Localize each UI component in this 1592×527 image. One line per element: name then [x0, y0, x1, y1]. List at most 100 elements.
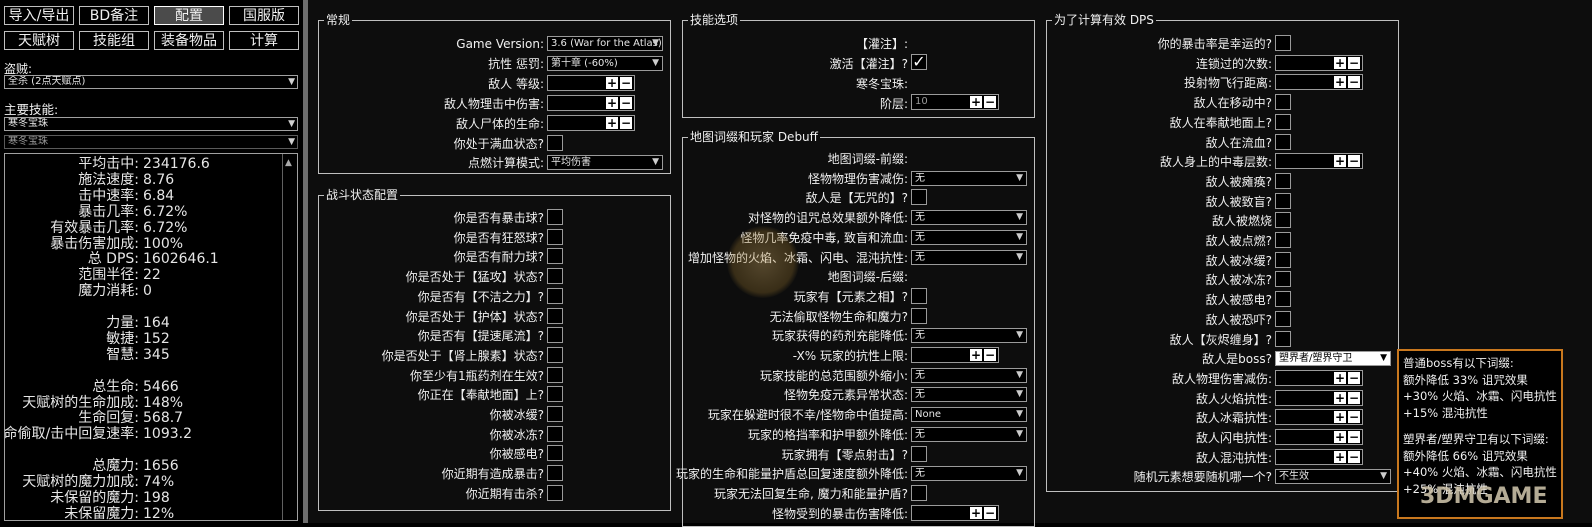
- option-checkbox[interactable]: [1275, 35, 1291, 51]
- enemy-level-input[interactable]: + −: [547, 75, 635, 91]
- minus-icon[interactable]: −: [1348, 450, 1360, 463]
- tab-bd-notes[interactable]: BD备注: [79, 6, 149, 25]
- option-select[interactable]: 无 ▼: [911, 229, 1027, 245]
- minus-icon[interactable]: −: [984, 96, 996, 108]
- option-checkbox[interactable]: [1275, 113, 1291, 130]
- plus-icon[interactable]: +: [970, 349, 982, 361]
- ignite-mode-select[interactable]: 平均伤害 ▼: [547, 155, 663, 170]
- plus-icon[interactable]: +: [606, 97, 618, 109]
- tab-import-export[interactable]: 导入/导出: [4, 6, 74, 25]
- tab-skills[interactable]: 技能组: [79, 31, 149, 50]
- option-select[interactable]: 塑界者/塑界守卫 ▼: [1275, 351, 1391, 367]
- option-checkbox[interactable]: [1275, 232, 1291, 248]
- minus-icon[interactable]: −: [1348, 155, 1360, 168]
- option-checkbox[interactable]: [1275, 133, 1291, 150]
- option-checkbox[interactable]: [547, 268, 563, 285]
- full-life-checkbox[interactable]: [547, 135, 563, 151]
- game-version-select[interactable]: 3.6 (War for the Atlas) ▼: [547, 36, 663, 51]
- plus-icon[interactable]: +: [1334, 431, 1346, 443]
- option-checkbox[interactable]: [547, 425, 563, 442]
- option-select[interactable]: 无 ▼: [911, 210, 1027, 226]
- minus-icon[interactable]: −: [1348, 411, 1360, 424]
- minus-icon[interactable]: −: [1348, 371, 1360, 384]
- tab-config[interactable]: 配置: [154, 6, 224, 25]
- minus-icon[interactable]: −: [984, 506, 996, 519]
- sub-skill-select[interactable]: 寒冬宝珠 ▼: [4, 135, 298, 149]
- option-select[interactable]: 无 ▼: [911, 466, 1027, 482]
- minus-icon[interactable]: −: [620, 117, 632, 129]
- option-number-input[interactable]: + −: [1275, 369, 1363, 386]
- enemy-phys-input[interactable]: + −: [547, 95, 635, 111]
- minus-icon[interactable]: −: [984, 349, 996, 361]
- option-checkbox[interactable]: [1275, 94, 1291, 111]
- tab-passive-tree[interactable]: 天赋树: [4, 31, 74, 50]
- plus-icon[interactable]: +: [1334, 76, 1346, 89]
- stage-input[interactable]: 10 + −: [911, 94, 999, 110]
- option-checkbox[interactable]: [911, 287, 927, 304]
- option-checkbox[interactable]: [547, 346, 563, 363]
- option-select[interactable]: None ▼: [911, 407, 1027, 423]
- option-checkbox[interactable]: [1275, 172, 1291, 189]
- main-skill-select[interactable]: 寒冬宝珠 ▼: [4, 117, 298, 131]
- option-checkbox[interactable]: [1275, 291, 1291, 308]
- bandit-select[interactable]: 全杀 (2点天赋点) ▼: [4, 75, 298, 89]
- option-checkbox[interactable]: [547, 248, 563, 265]
- option-select[interactable]: 无 ▼: [911, 367, 1027, 383]
- plus-icon[interactable]: +: [1334, 371, 1346, 384]
- option-checkbox[interactable]: [547, 366, 563, 383]
- option-select[interactable]: 无 ▼: [911, 170, 1027, 186]
- plus-icon[interactable]: +: [970, 96, 982, 108]
- option-checkbox[interactable]: [1275, 251, 1291, 268]
- option-checkbox[interactable]: [911, 445, 927, 462]
- tab-calcs[interactable]: 计算: [229, 31, 299, 50]
- option-checkbox[interactable]: [547, 406, 563, 422]
- plus-icon[interactable]: +: [606, 117, 618, 129]
- minus-icon[interactable]: −: [1348, 56, 1360, 69]
- option-checkbox[interactable]: [911, 189, 927, 206]
- option-checkbox[interactable]: [1275, 192, 1291, 209]
- option-checkbox[interactable]: [547, 465, 563, 482]
- option-checkbox[interactable]: [547, 307, 563, 324]
- option-select[interactable]: 不生效 ▼: [1275, 469, 1391, 485]
- option-checkbox[interactable]: [911, 307, 927, 324]
- option-checkbox[interactable]: [911, 484, 927, 501]
- option-select[interactable]: 无 ▼: [911, 426, 1027, 442]
- option-checkbox[interactable]: [547, 228, 563, 245]
- option-number-input[interactable]: + −: [1275, 409, 1363, 426]
- tab-items[interactable]: 装备物品: [154, 31, 224, 50]
- option-number-input[interactable]: + −: [1275, 448, 1363, 465]
- stats-scrollbar[interactable]: ▲: [282, 154, 297, 520]
- option-select[interactable]: 无 ▼: [911, 387, 1027, 403]
- minus-icon[interactable]: −: [1348, 391, 1360, 404]
- option-select[interactable]: 无 ▼: [911, 328, 1027, 344]
- option-number-input[interactable]: + −: [1275, 389, 1363, 406]
- plus-icon[interactable]: +: [1334, 56, 1346, 69]
- option-number-input[interactable]: + −: [1275, 74, 1363, 91]
- plus-icon[interactable]: +: [1334, 450, 1346, 463]
- plus-icon[interactable]: +: [1334, 155, 1346, 168]
- tab-cn-version[interactable]: 国服版: [229, 6, 299, 25]
- plus-icon[interactable]: +: [606, 77, 618, 89]
- option-number-input[interactable]: + −: [911, 347, 999, 363]
- option-checkbox[interactable]: [1275, 310, 1291, 327]
- option-checkbox[interactable]: [547, 209, 563, 225]
- plus-icon[interactable]: +: [1334, 411, 1346, 424]
- minus-icon[interactable]: −: [620, 97, 632, 109]
- minus-icon[interactable]: −: [1348, 76, 1360, 89]
- option-number-input[interactable]: + −: [1275, 429, 1363, 445]
- option-checkbox[interactable]: [547, 445, 563, 462]
- option-checkbox[interactable]: [1275, 330, 1291, 347]
- option-checkbox[interactable]: [547, 386, 563, 403]
- minus-icon[interactable]: −: [620, 77, 632, 89]
- option-number-input[interactable]: + −: [1275, 54, 1363, 71]
- minus-icon[interactable]: −: [1348, 431, 1360, 443]
- option-number-input[interactable]: + −: [911, 504, 999, 521]
- option-checkbox[interactable]: [547, 484, 563, 501]
- scroll-up-icon[interactable]: ▲: [285, 158, 292, 168]
- enemy-corpse-input[interactable]: + −: [547, 115, 635, 131]
- option-checkbox[interactable]: [1275, 271, 1291, 288]
- plus-icon[interactable]: +: [970, 506, 982, 519]
- option-number-input[interactable]: + −: [1275, 153, 1363, 170]
- resist-penalty-select[interactable]: 第十章 (-60%) ▼: [547, 56, 663, 71]
- plus-icon[interactable]: +: [1334, 391, 1346, 404]
